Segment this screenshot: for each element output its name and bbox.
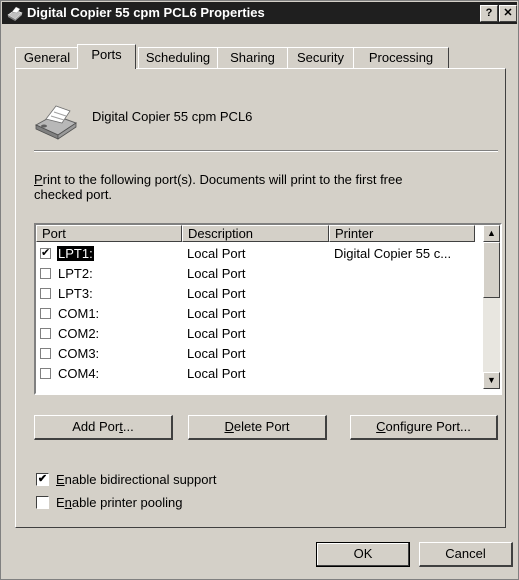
instruction-line2: checked port. <box>34 187 113 202</box>
port-checkbox[interactable] <box>40 288 51 299</box>
close-button[interactable]: ✕ <box>499 5 517 22</box>
scroll-up-icon[interactable]: ▲ <box>483 225 500 242</box>
port-name: COM3: <box>58 346 100 361</box>
printer-name: Digital Copier 55 cpm PCL6 <box>92 109 253 124</box>
vertical-scrollbar[interactable]: ▲ ▼ <box>483 225 500 389</box>
tab-sharing[interactable]: Sharing <box>217 47 288 68</box>
port-list[interactable]: Port Description Printer ✔ LPT1: Local P… <box>34 223 502 395</box>
port-name: COM2: <box>58 326 100 341</box>
instruction-accel: P <box>34 172 43 187</box>
port-printer: Digital Copier 55 c... <box>334 246 452 261</box>
scroll-thumb[interactable] <box>483 242 500 298</box>
configure-port-button[interactable]: Configure Port... <box>350 415 498 440</box>
delete-port-button[interactable]: Delete Port <box>188 415 327 440</box>
port-name: LPT1: <box>57 246 94 261</box>
port-name: LPT2: <box>58 266 93 281</box>
bidirectional-label: Enable bidirectional support <box>56 472 217 487</box>
instruction-line1: rint to the following port(s). Documents… <box>42 172 403 187</box>
scroll-down-icon[interactable]: ▼ <box>483 372 500 389</box>
separator <box>34 150 498 152</box>
port-checkbox[interactable]: ✔ <box>40 248 51 259</box>
ok-button[interactable]: OK <box>316 542 410 567</box>
checkbox-box[interactable] <box>36 496 49 509</box>
port-description: Local Port <box>187 286 246 301</box>
tab-general[interactable]: General <box>15 47 79 68</box>
port-description: Local Port <box>187 366 246 381</box>
port-name: COM4: <box>58 366 100 381</box>
properties-dialog: Digital Copier 55 cpm PCL6 Properties ? … <box>0 0 519 580</box>
port-checkbox[interactable] <box>40 328 51 339</box>
port-row[interactable]: COM4: Local Port <box>36 364 476 384</box>
port-row[interactable]: LPT3: Local Port <box>36 284 476 304</box>
port-row[interactable]: LPT2: Local Port <box>36 264 476 284</box>
port-row[interactable]: ✔ LPT1: Local Port Digital Copier 55 c..… <box>36 244 476 264</box>
pooling-label: Enable printer pooling <box>56 495 183 510</box>
printer-icon <box>7 6 23 21</box>
column-header-description[interactable]: Description <box>182 225 329 242</box>
tab-scheduling[interactable]: Scheduling <box>138 47 218 68</box>
port-checkbox[interactable] <box>40 368 51 379</box>
title-bar[interactable]: Digital Copier 55 cpm PCL6 Properties ? … <box>2 2 517 24</box>
cancel-button[interactable]: Cancel <box>419 542 513 567</box>
port-description: Local Port <box>187 266 246 281</box>
port-description: Local Port <box>187 246 246 261</box>
bidirectional-checkbox[interactable]: ✔ Enable bidirectional support <box>34 471 334 489</box>
instruction-text: Print to the following port(s). Document… <box>34 172 474 202</box>
port-description: Local Port <box>187 346 246 361</box>
check-icon[interactable]: ✔ <box>36 473 49 486</box>
port-description: Local Port <box>187 326 246 341</box>
port-row[interactable]: COM1: Local Port <box>36 304 476 324</box>
pooling-checkbox[interactable]: Enable printer pooling <box>34 494 334 512</box>
tab-security[interactable]: Security <box>287 47 354 68</box>
printer-large-icon <box>34 105 78 140</box>
port-row[interactable]: COM2: Local Port <box>36 324 476 344</box>
port-checkbox[interactable] <box>40 308 51 319</box>
column-header-port[interactable]: Port <box>36 225 182 242</box>
window-title: Digital Copier 55 cpm PCL6 Properties <box>27 5 265 20</box>
port-name: COM1: <box>58 306 100 321</box>
port-description: Local Port <box>187 306 246 321</box>
port-checkbox[interactable] <box>40 268 51 279</box>
port-name: LPT3: <box>58 286 93 301</box>
tab-ports[interactable]: Ports <box>77 44 136 69</box>
ports-tab-panel: Digital Copier 55 cpm PCL6 Print to the … <box>15 68 506 528</box>
help-button[interactable]: ? <box>480 5 498 22</box>
port-checkbox[interactable] <box>40 348 51 359</box>
port-row[interactable]: COM3: Local Port <box>36 344 476 364</box>
add-port-button[interactable]: Add Port... <box>34 415 173 440</box>
column-header-printer[interactable]: Printer <box>329 225 475 242</box>
tab-processing[interactable]: Processing <box>353 47 449 68</box>
